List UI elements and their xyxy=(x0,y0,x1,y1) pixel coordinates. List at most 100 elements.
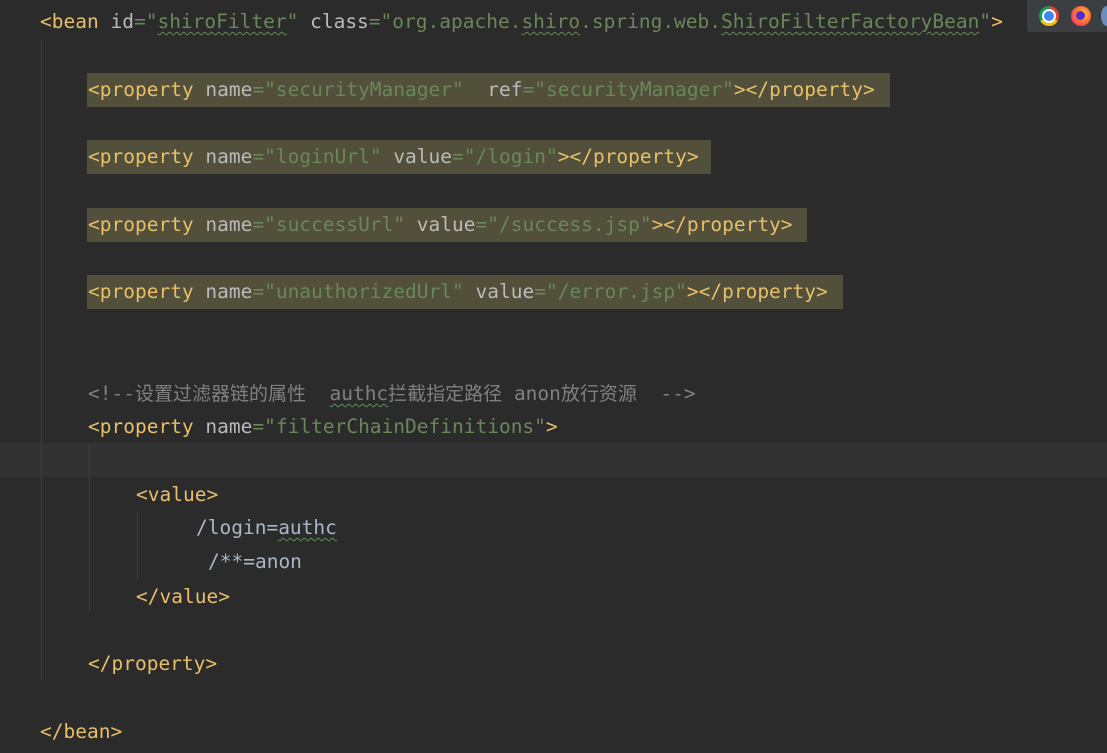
comment-text: 拦截指定路径 xyxy=(388,383,503,405)
tag-name: property xyxy=(722,280,817,303)
tag-bracket: </ xyxy=(136,585,160,608)
attr-name: name xyxy=(205,145,253,168)
quote: " xyxy=(545,280,558,303)
quote: " xyxy=(264,213,276,236)
comment-text: authc xyxy=(329,382,389,405)
tag-name: property xyxy=(99,415,194,438)
quote: " xyxy=(264,145,276,168)
code-line-security-manager[interactable]: <property name="securityManager" ref="se… xyxy=(88,73,875,107)
code-line-login-rule[interactable]: /login=authc xyxy=(196,511,337,545)
comment-text: 放行资源 xyxy=(560,383,637,405)
attr-value: org.apache. xyxy=(392,10,522,33)
code-line-property-close[interactable]: </property> xyxy=(88,647,217,681)
attr-value: /success.jsp xyxy=(499,213,640,236)
caret-line-highlight xyxy=(0,443,1107,477)
equals: = xyxy=(252,145,265,168)
attr-name: name xyxy=(205,213,253,236)
quote: " xyxy=(979,10,992,33)
quote: " xyxy=(452,78,464,101)
tag-bracket: < xyxy=(88,145,100,168)
tag-bracket: </ xyxy=(88,652,112,675)
browser-preview-strip xyxy=(1027,0,1107,32)
tag-bracket: < xyxy=(88,280,100,303)
attr-value: filterChainDefinitions xyxy=(275,415,535,438)
code-line-filter-chain[interactable]: <property name="filterChainDefinitions"> xyxy=(88,410,558,444)
comment-close: --> xyxy=(660,382,696,405)
comment-open: <!-- xyxy=(88,382,135,405)
code-line-value-close[interactable]: </value> xyxy=(136,580,230,614)
code-editor[interactable]: <bean id="shiroFilter" class="org.apache… xyxy=(0,0,1107,753)
attr-value: securityManager xyxy=(545,78,723,101)
tag-name: property xyxy=(592,145,687,168)
tag-bracket: > xyxy=(205,652,218,675)
tag-bracket: > xyxy=(780,213,793,236)
attr-name: value xyxy=(393,145,453,168)
quote: " xyxy=(145,10,158,33)
attr-name: value xyxy=(475,280,535,303)
quote: " xyxy=(487,213,499,236)
attr-value: unauthorizedUrl xyxy=(275,280,452,303)
tag-name: property xyxy=(99,78,194,101)
attr-name: class xyxy=(310,10,369,33)
tag-bracket: > xyxy=(218,585,230,608)
quote: " xyxy=(264,415,276,438)
tag-bracket: < xyxy=(88,415,100,438)
tag-name: property xyxy=(111,652,206,675)
tag-bracket: > xyxy=(816,280,828,303)
tag-name: value xyxy=(147,483,207,506)
tag-bracket: ></ xyxy=(651,213,687,236)
tag-bracket: < xyxy=(88,213,100,236)
attr-name: value xyxy=(416,213,476,236)
quote: " xyxy=(534,415,546,438)
browser-icon[interactable] xyxy=(1101,6,1107,26)
chrome-icon[interactable] xyxy=(1039,6,1059,26)
attr-name: id xyxy=(110,10,134,33)
code-line-login-url[interactable]: <property name="loginUrl" value="/login"… xyxy=(88,140,699,174)
tag-name: property xyxy=(769,78,863,101)
tag-bracket: > xyxy=(110,720,123,743)
indent-guide xyxy=(41,40,42,680)
tag-bracket: > xyxy=(862,78,875,101)
attr-value: shiroFilter xyxy=(157,10,287,33)
tag-bracket: < xyxy=(88,78,100,101)
equals: = xyxy=(368,10,381,33)
code-comment[interactable]: <!--设置过滤器链的属性 authc拦截指定路径 anon放行资源 --> xyxy=(88,377,696,411)
comment-text: 设置过滤器链的属性 xyxy=(134,383,306,405)
text-content: authc xyxy=(278,516,337,539)
tag-name: property xyxy=(99,145,194,168)
attr-value: /error.jsp xyxy=(557,280,676,303)
code-line-success-url[interactable]: <property name="successUrl" value="/succ… xyxy=(88,208,793,242)
firefox-icon[interactable] xyxy=(1071,6,1091,26)
code-line-unauthorized-url[interactable]: <property name="unauthorizedUrl" value="… xyxy=(88,275,828,309)
code-line-bean-open[interactable]: <bean id="shiroFilter" class="org.apache… xyxy=(40,5,1003,39)
equals: = xyxy=(475,213,488,236)
tag-name: bean xyxy=(63,720,111,743)
indent-guide xyxy=(89,445,90,610)
tag-bracket: > xyxy=(206,483,219,506)
quote: " xyxy=(639,213,652,236)
quote: " xyxy=(722,78,734,101)
code-line-bean-close[interactable]: </bean> xyxy=(40,715,122,749)
tag-bracket: < xyxy=(40,10,52,33)
equals: = xyxy=(534,280,546,303)
attr-value: ShiroFilterFactoryBean xyxy=(721,10,980,33)
tag-name: property xyxy=(99,213,194,236)
attr-value: /login xyxy=(475,145,546,168)
equals: = xyxy=(522,78,535,101)
equals: = xyxy=(252,213,265,236)
tag-bracket: ></ xyxy=(686,280,723,303)
code-line-value-open[interactable]: <value> xyxy=(136,478,218,512)
tag-name: value xyxy=(159,585,219,608)
code-line-anon-rule[interactable]: /**=anon xyxy=(208,545,302,579)
quote: " xyxy=(380,10,393,33)
equals: = xyxy=(252,280,265,303)
tag-name: property xyxy=(686,213,781,236)
